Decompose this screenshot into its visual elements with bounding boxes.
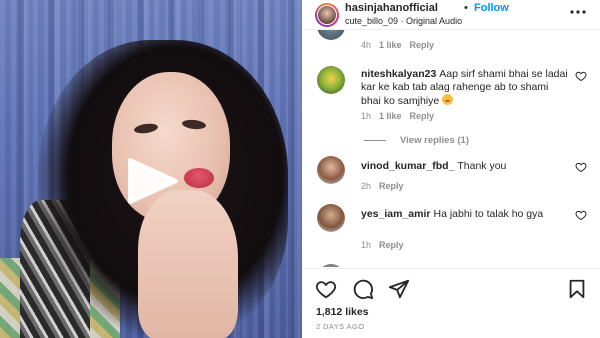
comments-list[interactable]: 4h 1 like Reply niteshkalyan23 Aap sirf sha… [302, 30, 600, 267]
comment-body: Ha jabhi to talak ho gya [433, 208, 544, 220]
hand [138, 190, 238, 338]
comment-time: 2h [361, 181, 372, 191]
lips [184, 168, 214, 188]
comment-text: niteshkalyan23 Aap sirf shami bhai se lad… [361, 68, 569, 108]
comment-like-heart-icon[interactable] [575, 70, 587, 82]
comment-meta: 1h Reply [361, 240, 404, 250]
replies-divider [364, 139, 386, 141]
comment-meta: 2h Reply [361, 181, 404, 191]
more-options-icon[interactable] [568, 5, 588, 19]
commenter-avatar[interactable] [317, 264, 345, 267]
smiling-face-emoji-icon [442, 94, 454, 105]
comment-username[interactable]: niteshkalyan23 [361, 68, 436, 80]
commenter-avatar[interactable] [317, 30, 345, 40]
reply-button[interactable]: Reply [379, 181, 404, 191]
comment-text: yes_iam_amir Ha jabhi to talak ho gya [361, 208, 569, 221]
post-actions: 1,812 likes 2 DAYS AGO [302, 268, 600, 338]
play-icon [128, 158, 178, 204]
heart-icon[interactable] [315, 278, 337, 300]
comment-like-heart-icon[interactable] [575, 161, 587, 173]
view-replies-label: View replies (1) [400, 135, 469, 146]
right-eye [181, 118, 207, 131]
share-icon[interactable] [388, 278, 410, 300]
comment-meta: 1h 1 like Reply [361, 111, 434, 121]
left-eye [133, 122, 159, 135]
comment-username[interactable]: yes_iam_amir [361, 208, 430, 220]
author-avatar[interactable] [315, 3, 339, 27]
comment-text: vinod_kumar_fbd_ Thank you [361, 160, 569, 173]
commenter-avatar[interactable] [317, 156, 345, 184]
commenter-avatar[interactable] [317, 66, 345, 94]
audio-subtitle[interactable]: cute_billo_09 · Original Audio [345, 16, 462, 26]
post-panel: hasinjahanofficial • Follow cute_billo_0… [302, 0, 600, 338]
reply-button[interactable]: Reply [379, 240, 404, 250]
comment-username[interactable]: vinod_kumar_fbd_ [361, 160, 454, 172]
reply-button[interactable]: Reply [410, 111, 435, 121]
view-replies-button[interactable]: View replies (1) [364, 135, 469, 146]
comment-icon[interactable] [352, 278, 374, 300]
comment-likes[interactable]: 1 like [379, 111, 402, 121]
commenter-avatar[interactable] [317, 204, 345, 232]
comment-time: 1h [361, 111, 372, 121]
likes-count[interactable]: 1,812 likes [316, 306, 369, 318]
comment-time: 4h [361, 40, 372, 50]
reply-button[interactable]: Reply [410, 40, 435, 50]
post-header: hasinjahanofficial • Follow cute_billo_0… [302, 0, 600, 30]
reel-video[interactable] [0, 0, 302, 338]
comment-time: 1h [361, 240, 372, 250]
post-date: 2 DAYS AGO [316, 322, 365, 331]
follow-button[interactable]: Follow [474, 2, 509, 14]
comment-like-heart-icon[interactable] [575, 209, 587, 221]
play-button[interactable] [122, 156, 182, 206]
bookmark-icon[interactable] [566, 278, 588, 300]
header-separator: • [464, 2, 468, 14]
comment-likes[interactable]: 1 like [379, 40, 402, 50]
comment-body: Thank you [457, 160, 507, 172]
author-username[interactable]: hasinjahanofficial [345, 2, 438, 14]
comment-meta: 4h 1 like Reply [361, 40, 434, 50]
